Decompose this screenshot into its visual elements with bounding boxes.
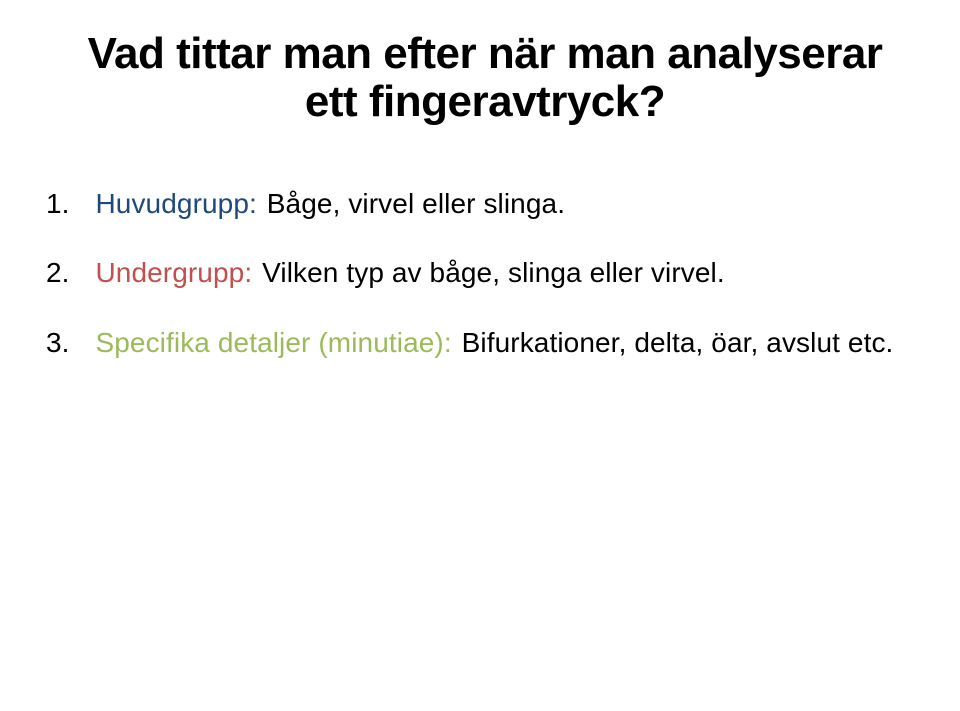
slide-body: 1. Huvudgrupp: Båge, virvel eller slinga… <box>46 187 924 360</box>
list-item: 2. Undergrupp: Vilken typ av båge, sling… <box>46 256 924 290</box>
list-item: 3. Specifika detaljer (minutiae): Bifurk… <box>46 326 924 360</box>
item-number: 3. <box>46 327 70 358</box>
title-line-2: ett fingeravtryck? <box>46 78 924 126</box>
item-label: Undergrupp: <box>95 257 252 288</box>
item-desc: Vilken typ av båge, slinga eller virvel. <box>262 257 725 288</box>
item-desc: Bifurkationer, delta, öar, avslut etc. <box>462 327 894 358</box>
item-label: Specifika detaljer (minutiae): <box>95 327 451 358</box>
slide: Vad tittar man efter när man analyserar … <box>0 0 960 711</box>
item-number: 1. <box>46 188 70 219</box>
title-line-1: Vad tittar man efter när man analyserar <box>46 30 924 78</box>
list-item: 1. Huvudgrupp: Båge, virvel eller slinga… <box>46 187 924 221</box>
slide-title: Vad tittar man efter när man analyserar … <box>46 30 924 127</box>
item-label: Huvudgrupp: <box>95 188 256 219</box>
item-desc: Båge, virvel eller slinga. <box>267 188 565 219</box>
item-number: 2. <box>46 257 70 288</box>
